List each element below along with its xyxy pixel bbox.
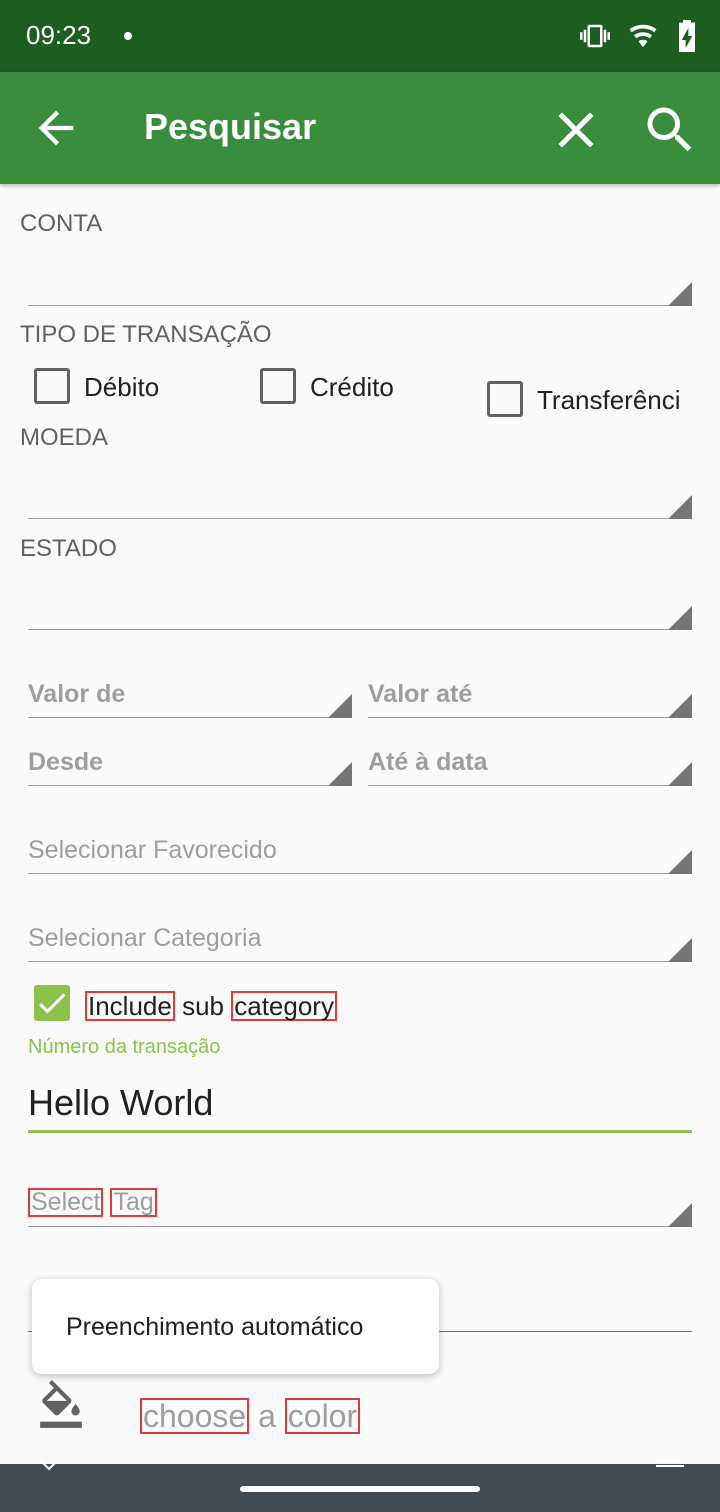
select-word: Select xyxy=(28,1188,104,1217)
navigation-bar xyxy=(0,1459,720,1512)
debit-checkbox[interactable] xyxy=(34,368,70,404)
currency-label: MOEDA xyxy=(20,424,109,451)
tag-underline xyxy=(28,1226,692,1227)
paint-bucket-icon[interactable] xyxy=(36,1380,86,1430)
chevron-down-icon[interactable] xyxy=(38,1458,60,1472)
account-label: CONTA xyxy=(20,210,103,237)
include-subcategory-checkbox[interactable] xyxy=(34,985,70,1021)
battery-charging-icon xyxy=(679,20,695,52)
home-handle[interactable] xyxy=(240,1486,480,1492)
category-underline xyxy=(28,961,692,962)
close-icon[interactable] xyxy=(546,100,606,160)
a-word: a xyxy=(258,1398,276,1434)
autofill-popup[interactable]: Preenchimento automático xyxy=(32,1279,439,1374)
vibrate-icon xyxy=(580,24,610,48)
choose-color-text[interactable]: choose a color xyxy=(140,1398,361,1435)
autofill-label: Preenchimento automático xyxy=(66,1313,364,1341)
dropdown-arrow-icon xyxy=(668,850,692,874)
choose-word: choose xyxy=(140,1398,250,1434)
transaction-number-label: Número da transação xyxy=(28,1036,221,1058)
amount-from-underline xyxy=(28,717,352,718)
status-label: ESTADO xyxy=(20,535,117,562)
date-to-underline xyxy=(368,785,692,786)
dropdown-arrow-icon xyxy=(668,1203,692,1227)
status-time: 09:23 xyxy=(26,20,92,50)
color-word: color xyxy=(284,1398,361,1434)
credit-checkbox[interactable] xyxy=(260,368,296,404)
dropdown-arrow-icon xyxy=(668,282,692,306)
checkmark-icon xyxy=(39,993,66,1014)
page-title: Pesquisar xyxy=(144,106,317,147)
amount-from-hint: Valor de xyxy=(28,680,126,708)
amount-to-underline xyxy=(368,717,692,718)
date-from-underline xyxy=(28,785,352,786)
payee-hint: Selecionar Favorecido xyxy=(28,836,277,864)
include-subcategory-label: Include sub category xyxy=(85,991,337,1022)
dropdown-arrow-icon xyxy=(668,762,692,786)
tag-hint: Select Tag xyxy=(28,1188,157,1217)
category-hint: Selecionar Categoria xyxy=(28,924,262,952)
transaction-number-underline xyxy=(28,1130,692,1133)
dropdown-arrow-icon xyxy=(668,938,692,962)
keyboard-icon[interactable] xyxy=(654,1458,686,1472)
date-from-hint: Desde xyxy=(28,748,104,776)
payee-underline xyxy=(28,873,692,874)
status-icons xyxy=(580,20,698,52)
transaction-number-input[interactable]: Hello World xyxy=(28,1082,213,1124)
include-word: Include xyxy=(85,991,175,1021)
date-to-hint: Até à data xyxy=(368,748,488,776)
dropdown-arrow-icon xyxy=(668,606,692,630)
status-spinner-underline xyxy=(28,629,692,630)
search-icon[interactable] xyxy=(640,100,700,160)
status-bar: 09:23 xyxy=(0,0,720,72)
debit-label: Débito xyxy=(84,372,160,402)
dropdown-arrow-icon xyxy=(328,762,352,786)
currency-spinner-underline xyxy=(28,518,692,519)
dropdown-arrow-icon xyxy=(328,694,352,718)
notification-dot-icon xyxy=(124,32,132,40)
tag-word: Tag xyxy=(110,1188,157,1217)
transaction-type-label: TIPO DE TRANSAÇÃO xyxy=(20,321,272,348)
category-word: category xyxy=(231,991,337,1021)
dropdown-arrow-icon xyxy=(668,495,692,519)
transfer-label: Transferênci xyxy=(537,385,681,415)
back-arrow-icon[interactable] xyxy=(30,102,82,154)
transfer-checkbox[interactable] xyxy=(487,381,523,417)
sub-word: sub xyxy=(182,991,224,1021)
amount-to-hint: Valor até xyxy=(368,680,473,708)
account-spinner-underline xyxy=(28,305,692,306)
app-bar: Pesquisar xyxy=(0,72,720,184)
dropdown-arrow-icon xyxy=(668,694,692,718)
wifi-icon xyxy=(629,24,657,48)
credit-label: Crédito xyxy=(310,372,394,402)
